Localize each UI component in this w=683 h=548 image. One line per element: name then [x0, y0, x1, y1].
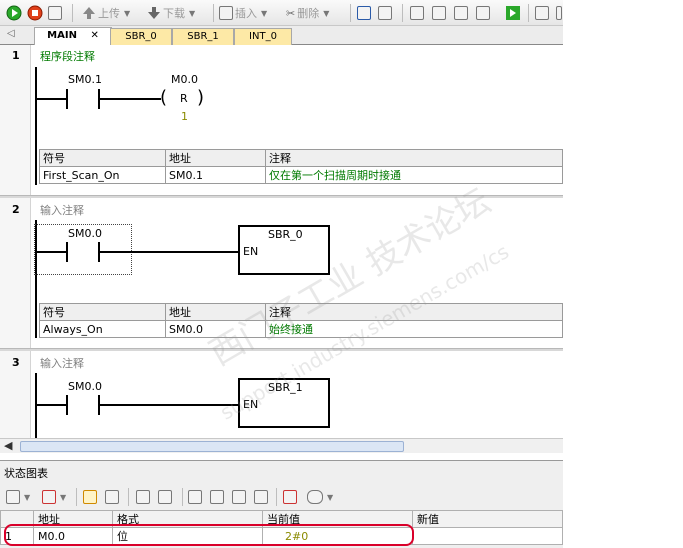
contact-address: SM0.1	[68, 73, 102, 86]
new-value-cell[interactable]	[412, 527, 563, 545]
symbol-cell: Always_On	[39, 320, 166, 338]
contact-left-bar[interactable]	[66, 395, 68, 415]
toolbar: 上传 ▼ 下载 ▼ 插入 ▼ ✂ 删除 ▼	[0, 0, 563, 26]
comment-header: 注释	[265, 149, 563, 167]
network-separator	[0, 348, 563, 351]
delete-button[interactable]: ✂ 删除 ▼	[286, 4, 329, 22]
box-icon[interactable]	[454, 4, 468, 22]
symbol-header: 符号	[39, 149, 166, 167]
insert-button[interactable]: 插入 ▼	[219, 4, 267, 22]
coil-icon[interactable]	[432, 4, 446, 22]
download-label: 下载	[163, 7, 185, 20]
comment-cell: 仅在第一个扫描周期时接通	[265, 166, 563, 184]
subroutine-box[interactable]: SBR_0 EN	[238, 225, 330, 275]
network-comment[interactable]: 输入注释	[40, 202, 84, 218]
comment-cell: 始终接通	[265, 320, 563, 338]
address-cell: SM0.0	[165, 320, 266, 338]
contact-address: SM0.0	[68, 227, 102, 240]
symbol-table: 符号 地址 注释 Always_On SM0.0 始终接通	[39, 303, 563, 338]
contact-icon[interactable]	[410, 4, 424, 22]
coil-type: R	[180, 92, 188, 105]
status-chart-title: 状态图表	[4, 467, 48, 480]
program-status-icon[interactable]	[378, 4, 392, 22]
coil-right-paren[interactable]: )	[197, 88, 204, 110]
scrollbar-thumb[interactable]	[20, 441, 404, 452]
tab-main[interactable]: MAIN ✕	[34, 27, 112, 46]
delete-row-icon[interactable]: ▼	[42, 488, 66, 506]
upload-arrow-icon	[83, 7, 95, 19]
tab-sbr-1-label: SBR_1	[187, 31, 219, 42]
download-arrow-icon	[148, 7, 160, 19]
monitor-icon[interactable]	[83, 488, 97, 506]
symbol-cell: First_Scan_On	[39, 166, 166, 184]
subroutine-name: SBR_0	[268, 228, 303, 241]
symbol-table: 符号 地址 注释 First_Scan_On SM0.1 仅在第一个扫描周期时接…	[39, 149, 563, 184]
enable-input-label: EN	[243, 245, 259, 258]
tab-scroll-left-icon[interactable]: ◁	[7, 28, 15, 39]
coil-address: M0.0	[171, 73, 198, 86]
address-header: 地址	[165, 303, 266, 321]
ladder-editor[interactable]: 1 程序段注释 SM0.1 M0.0 ( R ) 1 符号 地址 注释 Firs…	[0, 45, 563, 438]
insert-icon	[219, 6, 233, 20]
power-rail	[35, 67, 37, 185]
export-icon[interactable]	[505, 4, 521, 22]
unforce-all-icon[interactable]	[232, 488, 246, 506]
force-lock-icon[interactable]	[188, 488, 202, 506]
comment-header: 注释	[265, 303, 563, 321]
address-header: 地址	[165, 149, 266, 167]
options-icon[interactable]: ▼	[307, 488, 333, 506]
network-comment[interactable]: 程序段注释	[40, 48, 95, 64]
network-number: 1	[12, 49, 20, 62]
tab-sbr-0[interactable]: SBR_0	[110, 28, 172, 45]
delete-icon: ✂	[286, 6, 296, 20]
upload-button[interactable]: 上传 ▼	[82, 4, 130, 22]
enable-input-label: EN	[243, 398, 259, 411]
network-number: 3	[12, 356, 20, 369]
subroutine-name: SBR_1	[268, 381, 303, 394]
trend-view-icon[interactable]	[283, 488, 297, 506]
tab-sbr-1[interactable]: SBR_1	[172, 28, 234, 45]
lock-icon[interactable]	[535, 4, 549, 22]
tab-int-0[interactable]: INT_0	[234, 28, 292, 45]
tab-sbr-0-label: SBR_0	[125, 31, 157, 42]
more-icon[interactable]	[556, 4, 562, 22]
coil-left-paren[interactable]: (	[160, 88, 167, 110]
pencil-icon[interactable]	[158, 488, 172, 506]
insert-label: 插入	[235, 7, 257, 20]
coil-count[interactable]: 1	[181, 110, 188, 123]
contact-address: SM0.0	[68, 380, 102, 393]
network-number: 2	[12, 203, 20, 216]
tab-bar: ◁ MAIN ✕ SBR_0 SBR_1 INT_0	[0, 26, 563, 46]
unforce-icon[interactable]	[210, 488, 224, 506]
status-chart-toolbar: ▼ ▼ ▼	[0, 485, 563, 507]
delete-label: 删除	[297, 7, 320, 20]
timer-icon[interactable]	[476, 4, 490, 22]
contact-left-bar[interactable]	[66, 242, 68, 262]
highlight-ring	[4, 524, 414, 546]
contact-left-bar[interactable]	[66, 89, 68, 109]
add-row-icon[interactable]: ▼	[6, 488, 30, 506]
tab-int-0-label: INT_0	[249, 31, 277, 42]
upload-label: 上传	[98, 7, 120, 20]
new-value-header: 新值	[412, 510, 563, 528]
pause-icon[interactable]	[105, 488, 119, 506]
network-comment[interactable]: 输入注释	[40, 355, 84, 371]
scroll-left-icon[interactable]: ◀	[4, 439, 12, 452]
stop-icon[interactable]	[27, 4, 43, 22]
subroutine-box[interactable]: SBR_1 EN	[238, 378, 330, 428]
compile-icon[interactable]	[48, 4, 62, 22]
download-button[interactable]: 下载 ▼	[147, 4, 195, 22]
glasses-icon[interactable]	[136, 488, 150, 506]
tab-main-label: MAIN	[47, 30, 77, 41]
network-icon[interactable]	[357, 4, 371, 22]
address-cell: SM0.1	[165, 166, 266, 184]
read-forced-icon[interactable]	[254, 488, 268, 506]
symbol-header: 符号	[39, 303, 166, 321]
horizontal-scrollbar[interactable]: ◀	[0, 438, 563, 453]
network-separator	[0, 195, 563, 198]
run-icon[interactable]	[6, 4, 22, 22]
tab-close-icon[interactable]: ✕	[90, 30, 98, 41]
